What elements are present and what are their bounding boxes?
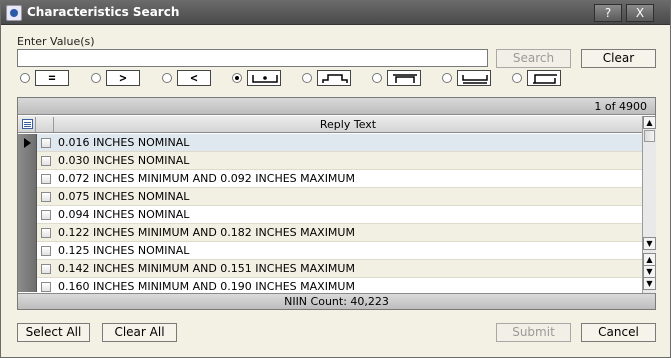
row-selector[interactable]: [18, 260, 37, 278]
radio-minimum[interactable]: [442, 73, 452, 83]
vertical-scrollbar[interactable]: ▲ ▼ ▲ ▼ ▼: [642, 116, 656, 293]
row-checkbox[interactable]: [41, 228, 51, 238]
page-count: 1 of 4900: [594, 100, 647, 113]
greater-than-icon: >: [106, 70, 140, 86]
niin-count: NIIN Count: 40,223: [284, 295, 389, 308]
header-checkbox-column: [37, 117, 54, 132]
table-row[interactable]: 0.160 INCHES MINIMUM AND 0.190 INCHES MA…: [18, 278, 642, 292]
row-checkbox[interactable]: [41, 138, 51, 148]
select-all-button[interactable]: Select All: [17, 323, 90, 342]
submit-button[interactable]: Submit: [496, 323, 571, 342]
reply-text-column-header[interactable]: Reply Text: [54, 118, 642, 131]
row-selector[interactable]: [18, 152, 37, 170]
radio-range[interactable]: [302, 73, 312, 83]
equals-icon: =: [35, 70, 69, 86]
row-checkbox[interactable]: [41, 156, 51, 166]
reply-text-cell: 0.160 INCHES MINIMUM AND 0.190 INCHES MA…: [58, 280, 355, 292]
row-checkbox[interactable]: [41, 264, 51, 274]
column-chooser-icon[interactable]: [19, 117, 36, 132]
less-than-icon: <: [177, 70, 211, 86]
clear-all-button[interactable]: Clear All: [102, 323, 177, 342]
min-max-icon: [527, 70, 561, 86]
range-icon: [317, 70, 351, 86]
row-checkbox[interactable]: [41, 246, 51, 256]
table-row[interactable]: 0.072 INCHES MINIMUM AND 0.092 INCHES MA…: [18, 170, 642, 188]
radio-maximum[interactable]: [372, 73, 382, 83]
table-row[interactable]: 0.094 INCHES NOMINAL: [18, 206, 642, 224]
scroll-up-icon[interactable]: ▲: [643, 116, 656, 129]
scroll-down-icon[interactable]: ▼: [643, 237, 656, 250]
grid-rows: 0.016 INCHES NOMINAL 0.030 INCHES NOMINA…: [18, 134, 642, 292]
close-button[interactable]: X: [626, 4, 654, 22]
value-input[interactable]: [17, 49, 488, 67]
table-row[interactable]: 0.016 INCHES NOMINAL: [18, 134, 642, 152]
enter-values-label: Enter Value(s): [17, 35, 95, 48]
grid-footer: NIIN Count: 40,223: [18, 293, 655, 309]
row-selector[interactable]: [18, 188, 37, 206]
row-selector[interactable]: [18, 224, 37, 242]
row-selector[interactable]: [18, 242, 37, 260]
row-checkbox[interactable]: [41, 282, 51, 292]
row-selector[interactable]: [18, 170, 37, 188]
row-checkbox[interactable]: [41, 192, 51, 202]
cancel-button[interactable]: Cancel: [581, 323, 656, 342]
results-grid: 1 of 4900 Reply Text 0.016 INCHES NOMINA…: [17, 97, 656, 310]
help-button[interactable]: ?: [594, 4, 622, 22]
table-row[interactable]: 0.075 INCHES NOMINAL: [18, 188, 642, 206]
app-icon: [6, 5, 22, 21]
row-checkbox[interactable]: [41, 210, 51, 220]
row-selector[interactable]: [18, 134, 37, 152]
table-row[interactable]: 0.122 INCHES MINIMUM AND 0.182 INCHES MA…: [18, 224, 642, 242]
table-row[interactable]: 0.125 INCHES NOMINAL: [18, 242, 642, 260]
table-row[interactable]: 0.030 INCHES NOMINAL: [18, 152, 642, 170]
reply-text-cell: 0.075 INCHES NOMINAL: [58, 190, 190, 203]
row-checkbox[interactable]: [41, 174, 51, 184]
clear-button[interactable]: Clear: [581, 49, 656, 68]
reply-text-cell: 0.142 INCHES MINIMUM AND 0.151 INCHES MA…: [58, 262, 355, 275]
scroll-thumb[interactable]: [644, 130, 655, 142]
reply-text-cell: 0.016 INCHES NOMINAL: [58, 136, 190, 149]
scroll-end-icon[interactable]: ▼: [643, 277, 656, 290]
title-bar[interactable]: Characteristics Search ? X: [1, 1, 670, 25]
radio-less-than[interactable]: [162, 73, 172, 83]
reply-text-cell: 0.125 INCHES NOMINAL: [58, 244, 190, 257]
characteristics-search-dialog: Characteristics Search ? X Enter Value(s…: [0, 0, 671, 358]
radio-nominal[interactable]: [232, 73, 242, 83]
row-selector[interactable]: [18, 278, 37, 292]
nominal-icon: [247, 70, 281, 86]
reply-text-cell: 0.072 INCHES MINIMUM AND 0.092 INCHES MA…: [58, 172, 355, 185]
grid-header: Reply Text: [18, 116, 642, 133]
reply-text-cell: 0.030 INCHES NOMINAL: [58, 154, 190, 167]
minimum-icon: [457, 70, 491, 86]
search-button[interactable]: Search: [496, 49, 571, 68]
table-row[interactable]: 0.142 INCHES MINIMUM AND 0.151 INCHES MA…: [18, 260, 642, 278]
window-title: Characteristics Search: [27, 5, 180, 19]
row-selector[interactable]: [18, 206, 37, 224]
radio-min-max[interactable]: [512, 73, 522, 83]
maximum-icon: [387, 70, 421, 86]
current-row-arrow-icon: [24, 138, 31, 148]
grid-pager: 1 of 4900: [18, 98, 655, 115]
reply-text-cell: 0.094 INCHES NOMINAL: [58, 208, 190, 221]
radio-equals[interactable]: [20, 73, 30, 83]
radio-greater-than[interactable]: [91, 73, 101, 83]
reply-text-cell: 0.122 INCHES MINIMUM AND 0.182 INCHES MA…: [58, 226, 355, 239]
